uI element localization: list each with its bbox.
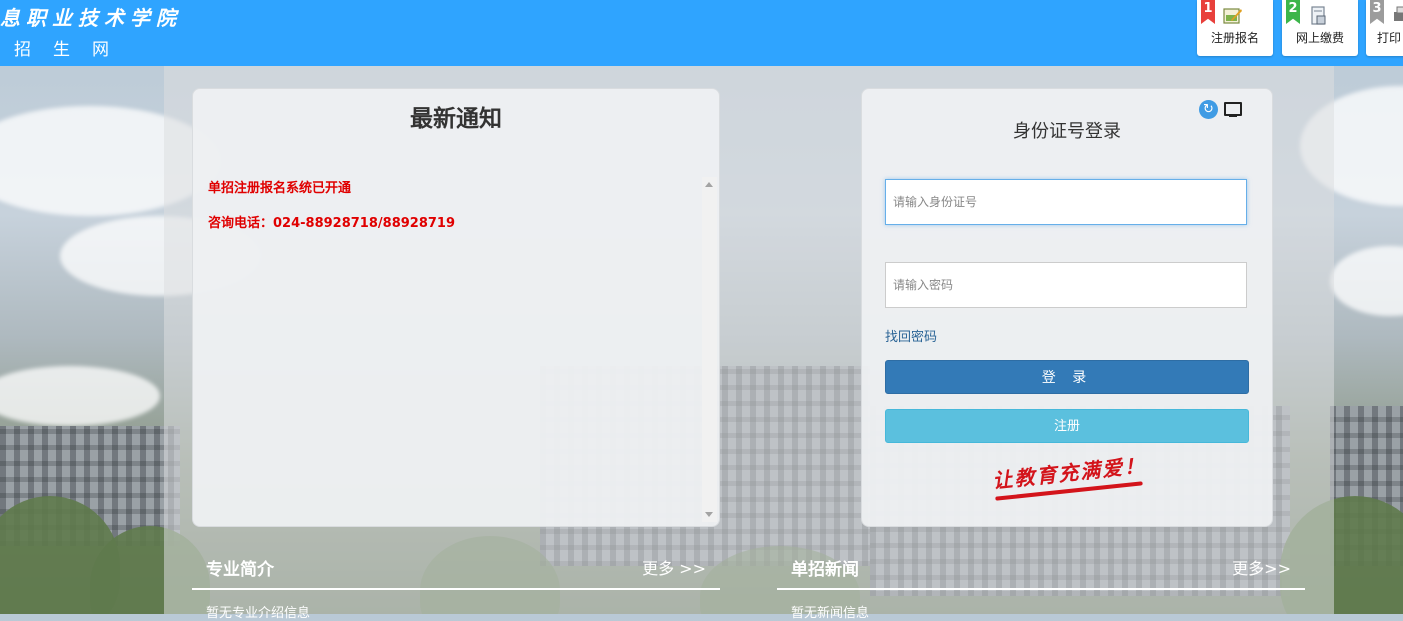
payment-step-button[interactable]: 2 网上缴费 (1282, 0, 1358, 56)
notice-item: 咨询电话：024-88928718/88928719 (208, 216, 456, 231)
brand-school-name: 息职业技术学院 (0, 6, 182, 30)
news-section-title: 单招新闻 (791, 560, 859, 580)
id-number-input[interactable] (885, 179, 1247, 225)
payment-icon (1311, 6, 1326, 25)
login-button[interactable]: 登 录 (885, 360, 1249, 394)
notice-list: 单招注册报名系统已开通 咨询电话：024-88928718/88928719 (208, 177, 455, 247)
scroll-down-arrow-icon[interactable] (705, 512, 713, 517)
site-brand[interactable]: 息职业技术学院 招生网 (0, 2, 182, 60)
step-number-badge: 3 (1370, 0, 1384, 24)
register-step-label: 注册报名 (1210, 31, 1259, 45)
register-button[interactable]: 注册 (885, 409, 1249, 443)
print-step-label: 打印 (1377, 31, 1402, 45)
register-step-button[interactable]: 1 注册报名 (1197, 0, 1273, 56)
login-title: 身份证号登录 (1013, 121, 1121, 142)
majors-empty-text: 暂无专业介绍信息 (206, 606, 311, 621)
print-icon (1394, 6, 1403, 21)
print-step-button[interactable]: 3 打印 (1366, 0, 1403, 56)
step-number-badge: 1 (1201, 0, 1215, 24)
forgot-password-link[interactable]: 找回密码 (885, 326, 937, 345)
site-header: 息职业技术学院 招生网 1 注册报名 2 网上缴费 3 打印 (0, 0, 1403, 66)
majors-section: 专业简介 更多 >> 暂无专业介绍信息 (192, 552, 720, 621)
news-empty-text: 暂无新闻信息 (791, 606, 870, 621)
notice-scrollbar[interactable] (702, 177, 717, 522)
monitor-icon[interactable] (1224, 102, 1242, 117)
payment-step-label: 网上缴费 (1295, 31, 1344, 45)
news-section: 单招新闻 更多>> 暂无新闻信息 (777, 552, 1305, 621)
password-input[interactable] (885, 262, 1247, 308)
register-icon (1223, 8, 1242, 24)
majors-more-link[interactable]: 更多 >> (642, 555, 706, 579)
step-number-badge: 2 (1286, 0, 1300, 24)
login-panel: ↻ 身份证号登录 找回密码 登 录 注册 让教育充满爱！ (861, 88, 1273, 527)
majors-section-title: 专业简介 (206, 560, 274, 580)
brand-subtitle: 招生网 (14, 40, 131, 60)
latest-notice-panel: 最新通知 单招注册报名系统已开通 咨询电话：024-88928718/88928… (192, 88, 720, 527)
notice-item[interactable]: 单招注册报名系统已开通 (208, 177, 455, 196)
news-more-link[interactable]: 更多>> (1232, 555, 1291, 579)
notice-title: 最新通知 (410, 106, 502, 132)
scroll-up-arrow-icon[interactable] (705, 182, 713, 187)
